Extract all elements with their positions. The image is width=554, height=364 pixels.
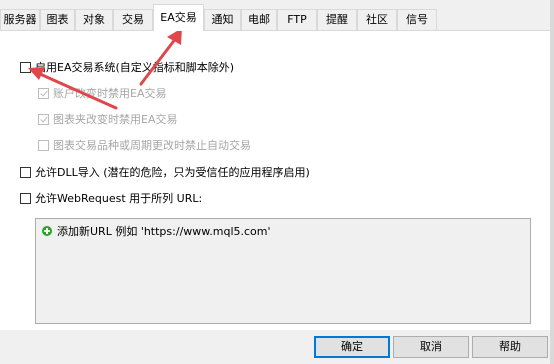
- url-list[interactable]: 添加新URL 例如 'https://www.mql5.com': [35, 218, 531, 324]
- tab-signals[interactable]: 信号: [397, 9, 437, 30]
- disable-on-account-change-option: 账户改变时禁用EA交易: [38, 86, 166, 100]
- disable-on-profile-change-checkbox: [38, 113, 49, 125]
- add-url-item[interactable]: 添加新URL 例如 'https://www.mql5.com': [42, 223, 271, 239]
- allow-dll-option[interactable]: 允许DLL导入 (潜在的危险，只为受信任的应用程序启用): [20, 165, 310, 179]
- tab-charts[interactable]: 图表: [40, 9, 75, 30]
- tab-trade[interactable]: 交易: [113, 9, 153, 30]
- tab-objects[interactable]: 对象: [75, 9, 113, 30]
- dialog-footer: [0, 330, 554, 364]
- tab-ftp[interactable]: FTP: [277, 9, 317, 30]
- tab-strip: 服务器 图表 对象 交易 EA交易 通知 电邮 FTP 提醒 社区 信号: [0, 0, 554, 31]
- disable-on-symbol-change-checkbox: [38, 139, 49, 151]
- disable-on-account-change-label: 账户改变时禁用EA交易: [53, 87, 167, 100]
- help-button[interactable]: 帮助: [472, 336, 548, 358]
- tab-alerts[interactable]: 提醒: [317, 9, 357, 30]
- tab-community[interactable]: 社区: [357, 9, 397, 30]
- allow-webrequest-label: 允许WebRequest 用于所列 URL:: [35, 192, 203, 205]
- ok-button[interactable]: 确定: [314, 336, 390, 358]
- allow-webrequest-checkbox[interactable]: [20, 192, 31, 204]
- enable-ea-label: 启用EA交易系统(自定义指标和脚本除外): [35, 61, 235, 74]
- window-edge: [550, 0, 554, 364]
- disable-on-profile-change-label: 图表夹改变时禁用EA交易: [53, 113, 178, 126]
- tab-expert-advisors[interactable]: EA交易: [153, 4, 204, 31]
- tab-strip-baseline: [0, 30, 554, 31]
- tab-email[interactable]: 电邮: [241, 9, 277, 30]
- tab-notifications[interactable]: 通知: [204, 9, 241, 30]
- disable-on-symbol-change-label: 图表交易品种或周期更改时禁止自动交易: [53, 139, 251, 152]
- allow-dll-label: 允许DLL导入 (潜在的危险，只为受信任的应用程序启用): [35, 166, 310, 179]
- disable-on-symbol-change-option: 图表交易品种或周期更改时禁止自动交易: [38, 138, 251, 152]
- tab-server[interactable]: 服务器: [0, 9, 40, 30]
- disable-on-profile-change-option: 图表夹改变时禁用EA交易: [38, 112, 177, 126]
- cancel-button[interactable]: 取消: [393, 336, 469, 358]
- enable-ea-checkbox[interactable]: [20, 61, 31, 73]
- enable-ea-option[interactable]: 启用EA交易系统(自定义指标和脚本除外): [20, 60, 234, 74]
- allow-webrequest-option[interactable]: 允许WebRequest 用于所列 URL:: [20, 191, 202, 205]
- allow-dll-checkbox[interactable]: [20, 166, 31, 178]
- arrow-to-ea-tab-icon: [139, 28, 182, 86]
- add-url-label: 添加新URL 例如 'https://www.mql5.com': [57, 225, 271, 238]
- disable-on-account-change-checkbox: [38, 87, 49, 99]
- plus-circle-icon: [42, 226, 52, 236]
